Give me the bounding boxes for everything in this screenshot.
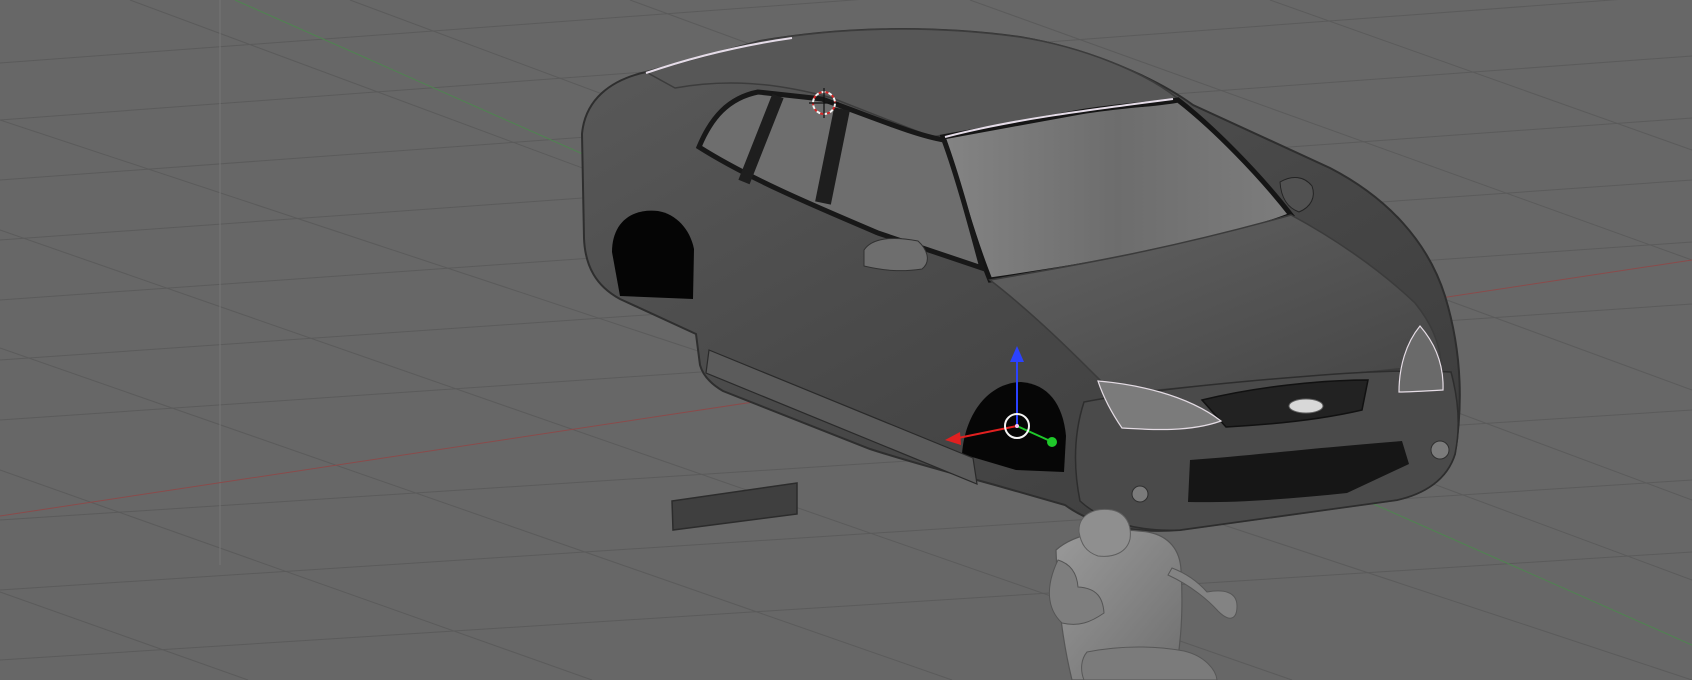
figure-head[interactable] — [1078, 508, 1131, 557]
viewport-canvas[interactable] — [0, 0, 1692, 680]
right-fog-light — [1430, 440, 1450, 460]
ground-plane-object[interactable] — [671, 482, 798, 531]
3d-viewport[interactable] — [0, 0, 1692, 680]
car-model[interactable] — [580, 28, 1461, 532]
left-fog-light — [1131, 485, 1149, 503]
seated-figure[interactable] — [1048, 508, 1238, 680]
brand-badge-icon — [1288, 398, 1324, 414]
figure-leg[interactable] — [1081, 646, 1218, 680]
side-mirror-left[interactable] — [863, 237, 928, 272]
y-axis-arrow-icon[interactable] — [1047, 437, 1057, 447]
